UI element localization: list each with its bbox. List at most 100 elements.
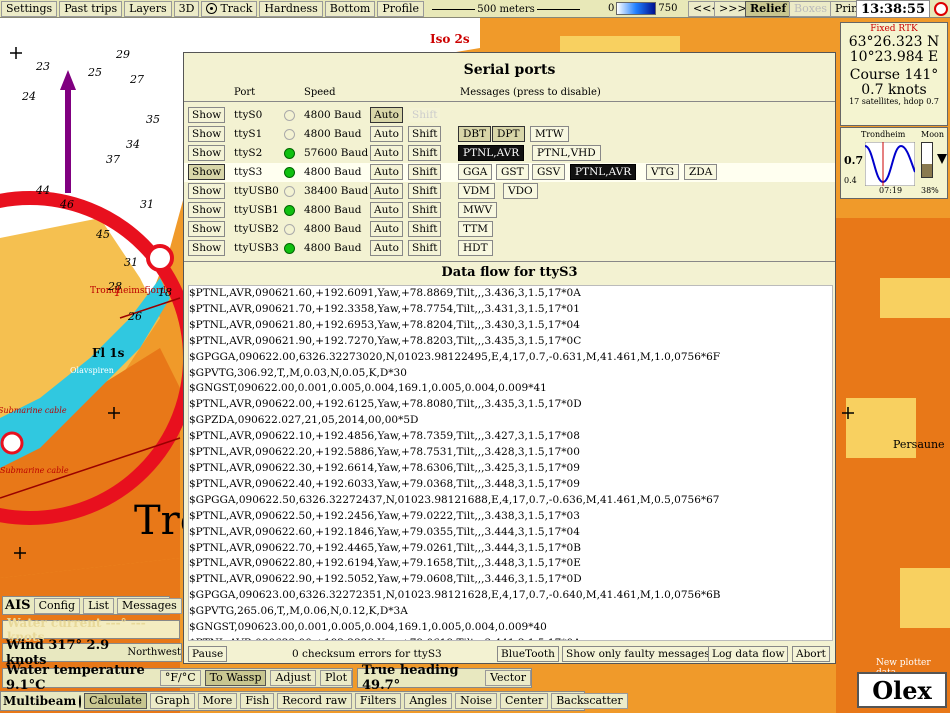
show-port-button[interactable]: Show: [188, 164, 226, 180]
multibeam-angles-button[interactable]: Angles: [404, 693, 453, 709]
shift-button[interactable]: Shift: [408, 164, 442, 180]
flow-line: $PTNL,AVR,090621.90,+192.7270,Yaw,+78.82…: [189, 334, 582, 347]
shift-button[interactable]: Shift: [408, 183, 442, 199]
message-toggle[interactable]: PTNL,VHD: [532, 145, 601, 161]
shift-button[interactable]: Shift: [408, 202, 442, 218]
wind-bar[interactable]: Wind 317° 2.9 knots Northwest: [2, 638, 182, 668]
water-current-bar[interactable]: Water current ---° --- knots: [2, 616, 180, 644]
multibeam-center-button[interactable]: Center: [500, 693, 549, 709]
auto-button[interactable]: Auto: [370, 221, 403, 237]
port-speed[interactable]: 38400 Baud: [304, 183, 368, 199]
message-toggle[interactable]: GGA: [458, 164, 493, 180]
message-toggle[interactable]: DPT: [492, 126, 525, 142]
port-inactive-icon: [284, 224, 295, 235]
layers-button[interactable]: Layers: [124, 0, 172, 17]
port-speed[interactable]: 4800 Baud: [304, 126, 362, 142]
tide-panel[interactable]: Trondheim Moon 0.7 0.4 07:19 38%: [840, 127, 948, 199]
pause-button[interactable]: Pause: [188, 646, 228, 662]
show-faulty-button[interactable]: Show only faulty messages: [562, 646, 714, 662]
depth-max: 750: [658, 3, 678, 14]
show-port-button[interactable]: Show: [188, 126, 226, 142]
track-button[interactable]: Track: [201, 0, 258, 17]
port-speed[interactable]: 4800 Baud: [304, 202, 362, 218]
abort-button[interactable]: Abort: [792, 646, 830, 662]
multibeam-fish-button[interactable]: Fish: [240, 693, 275, 709]
auto-button[interactable]: Auto: [370, 202, 403, 218]
vector-button[interactable]: Vector: [485, 670, 531, 686]
profile-button[interactable]: Profile: [377, 0, 425, 17]
message-toggle[interactable]: GST: [496, 164, 529, 180]
message-toggle[interactable]: TTM: [458, 221, 493, 237]
port-speed[interactable]: 4800 Baud: [304, 107, 362, 123]
col-port-header: Port: [234, 87, 256, 98]
port-row: Show ttyUSB3 4800 Baud Auto Shift HDT: [184, 239, 835, 258]
message-toggle[interactable]: HDT: [458, 240, 493, 256]
multibeam-graph-button[interactable]: Graph: [149, 693, 195, 709]
multibeam-backscatter-button[interactable]: Backscatter: [551, 693, 628, 709]
alarm-icon[interactable]: [934, 2, 948, 16]
relief-button[interactable]: Relief: [745, 0, 792, 17]
flow-line: $GPGGA,090622.50,6326.32272437,N,01023.9…: [189, 493, 720, 506]
port-speed[interactable]: 4800 Baud: [304, 221, 362, 237]
auto-button[interactable]: Auto: [370, 126, 403, 142]
port-speed[interactable]: 4800 Baud: [304, 164, 362, 180]
show-port-button[interactable]: Show: [188, 240, 226, 256]
port-speed[interactable]: 4800 Baud: [304, 240, 362, 256]
position-panel[interactable]: Fixed RTK 63°26.323 N 10°23.984 E Course…: [840, 22, 948, 126]
plot-button[interactable]: Plot: [320, 670, 352, 686]
show-port-button[interactable]: Show: [188, 202, 226, 218]
past-trips-button[interactable]: Past trips: [59, 0, 123, 17]
data-flow-log[interactable]: $PTNL,AVR,090621.60,+192.6091,Yaw,+78.88…: [188, 285, 833, 641]
boxes-button[interactable]: Boxes: [789, 0, 833, 17]
show-port-button[interactable]: Show: [188, 183, 226, 199]
shift-button[interactable]: Shift: [408, 221, 442, 237]
auto-button[interactable]: Auto: [370, 107, 403, 123]
tide-place: Trondheim: [861, 130, 906, 139]
shift-button[interactable]: Shift: [408, 107, 442, 123]
show-port-button[interactable]: Show: [188, 221, 226, 237]
message-toggle[interactable]: ZDA: [684, 164, 718, 180]
auto-button[interactable]: Auto: [370, 145, 403, 161]
message-toggle[interactable]: VDM: [458, 183, 495, 199]
settings-button[interactable]: Settings: [1, 0, 58, 17]
to-wassp-button[interactable]: To Wassp: [204, 670, 267, 686]
ais-config-button[interactable]: Config: [33, 597, 81, 614]
unit-toggle-button[interactable]: °F/°C: [159, 670, 201, 686]
auto-button[interactable]: Auto: [370, 164, 403, 180]
multibeam-more-button[interactable]: More: [197, 693, 238, 709]
multibeam-filters-button[interactable]: Filters: [354, 693, 402, 709]
message-toggle[interactable]: VDO: [503, 183, 538, 199]
multibeam-record-raw-button[interactable]: Record raw: [277, 693, 352, 709]
message-toggle[interactable]: DBT: [458, 126, 492, 142]
multibeam-calculate-button[interactable]: Calculate: [84, 693, 147, 709]
port-speed[interactable]: 57600 Baud: [304, 145, 368, 161]
message-toggle[interactable]: VTG: [646, 164, 679, 180]
message-toggle[interactable]: GSV: [532, 164, 566, 180]
multibeam-toggle-icon[interactable]: [79, 694, 82, 708]
message-toggle[interactable]: PTNL,AVR: [570, 164, 637, 180]
auto-button[interactable]: Auto: [370, 183, 403, 199]
bottom-button[interactable]: Bottom: [324, 0, 376, 17]
message-toggle[interactable]: MTW: [530, 126, 569, 142]
show-port-button[interactable]: Show: [188, 107, 226, 123]
port-inactive-icon: [284, 186, 295, 197]
olex-logo-text: Olex: [872, 675, 932, 705]
wind-direction: Northwest: [127, 647, 181, 658]
sounding-label: 31: [124, 256, 138, 269]
shift-button[interactable]: Shift: [408, 126, 442, 142]
message-toggle[interactable]: PTNL,AVR: [458, 145, 525, 161]
shift-button[interactable]: Shift: [408, 240, 442, 256]
hardness-button[interactable]: Hardness: [259, 0, 323, 17]
multibeam-noise-button[interactable]: Noise: [455, 693, 497, 709]
auto-button[interactable]: Auto: [370, 240, 403, 256]
bluetooth-button[interactable]: BlueTooth: [497, 646, 559, 662]
message-toggle[interactable]: MWV: [458, 202, 498, 218]
ais-list-button[interactable]: List: [83, 597, 114, 614]
depth-min: 0: [608, 3, 615, 14]
adjust-button[interactable]: Adjust: [270, 670, 317, 686]
shift-button[interactable]: Shift: [408, 145, 442, 161]
3d-button[interactable]: 3D: [173, 0, 200, 17]
log-flow-button[interactable]: Log data flow: [708, 646, 789, 662]
ais-messages-button[interactable]: Messages: [116, 597, 182, 614]
show-port-button[interactable]: Show: [188, 145, 226, 161]
